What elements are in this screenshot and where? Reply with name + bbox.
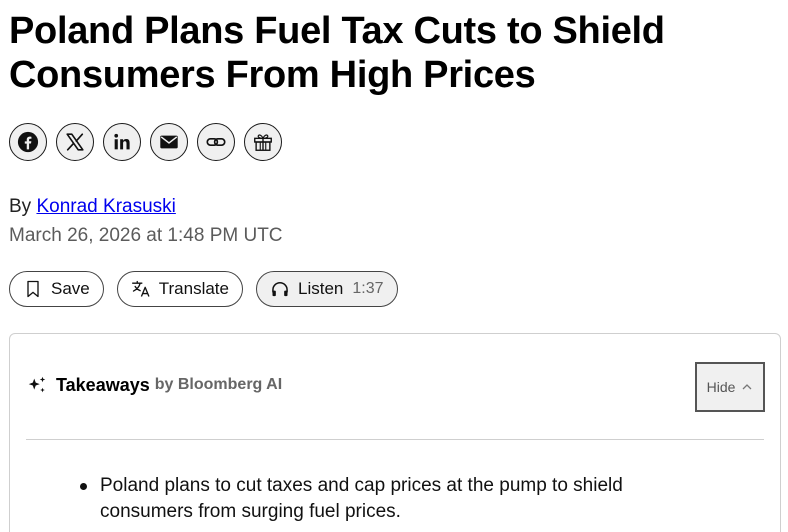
publish-timestamp: March 26, 2026 at 1:48 PM UTC bbox=[9, 225, 283, 246]
facebook-icon bbox=[17, 131, 39, 153]
headphones-icon bbox=[272, 282, 288, 297]
byline-prefix: By bbox=[9, 196, 32, 217]
takeaway-item: Poland plans to cut taxes and cap prices… bbox=[80, 473, 720, 525]
listen-button[interactable]: Listen 1:37 bbox=[255, 271, 398, 307]
translate-label: Translate bbox=[158, 279, 229, 298]
article-page: Poland Plans Fuel Tax Cuts to Shield Con… bbox=[0, 0, 788, 532]
copy-link-button[interactable] bbox=[197, 123, 235, 161]
x-icon bbox=[66, 133, 84, 151]
share-email-button[interactable] bbox=[150, 123, 188, 161]
takeaways-divider bbox=[26, 439, 764, 440]
chevron-up-icon bbox=[742, 384, 752, 390]
gift-icon bbox=[254, 134, 272, 151]
hide-label: Hide bbox=[706, 379, 736, 395]
sparkle-icon bbox=[28, 376, 46, 393]
takeaways-panel: Takeaways by Bloomberg AI Hide Poland pl… bbox=[9, 333, 781, 532]
share-bar bbox=[9, 123, 282, 161]
article-actions: Save Translate Listen 1:37 bbox=[9, 271, 398, 307]
gift-article-button[interactable] bbox=[244, 123, 282, 161]
translate-icon bbox=[131, 280, 150, 297]
byline: By Konrad Krasuski bbox=[9, 195, 176, 219]
translate-button[interactable]: Translate bbox=[116, 271, 243, 307]
author-link[interactable]: Konrad Krasuski bbox=[36, 196, 175, 217]
linkedin-icon bbox=[114, 133, 130, 150]
bookmark-icon bbox=[27, 280, 39, 298]
takeaways-title: Takeaways bbox=[56, 374, 150, 395]
listen-duration: 1:37 bbox=[352, 280, 384, 297]
save-label: Save bbox=[51, 279, 90, 298]
save-button[interactable]: Save bbox=[9, 271, 104, 307]
headline: Poland Plans Fuel Tax Cuts to Shield Con… bbox=[9, 10, 665, 96]
hide-takeaways-button[interactable]: Hide bbox=[695, 362, 765, 412]
share-linkedin-button[interactable] bbox=[103, 123, 141, 161]
link-icon bbox=[206, 137, 226, 147]
email-icon bbox=[160, 135, 178, 149]
share-x-button[interactable] bbox=[56, 123, 94, 161]
listen-label: Listen bbox=[297, 279, 344, 298]
takeaways-attribution: by Bloomberg AI bbox=[154, 376, 283, 393]
takeaways-list: Poland plans to cut taxes and cap prices… bbox=[80, 473, 720, 525]
share-facebook-button[interactable] bbox=[9, 123, 47, 161]
takeaways-header: Takeaways by Bloomberg AI bbox=[26, 374, 282, 396]
